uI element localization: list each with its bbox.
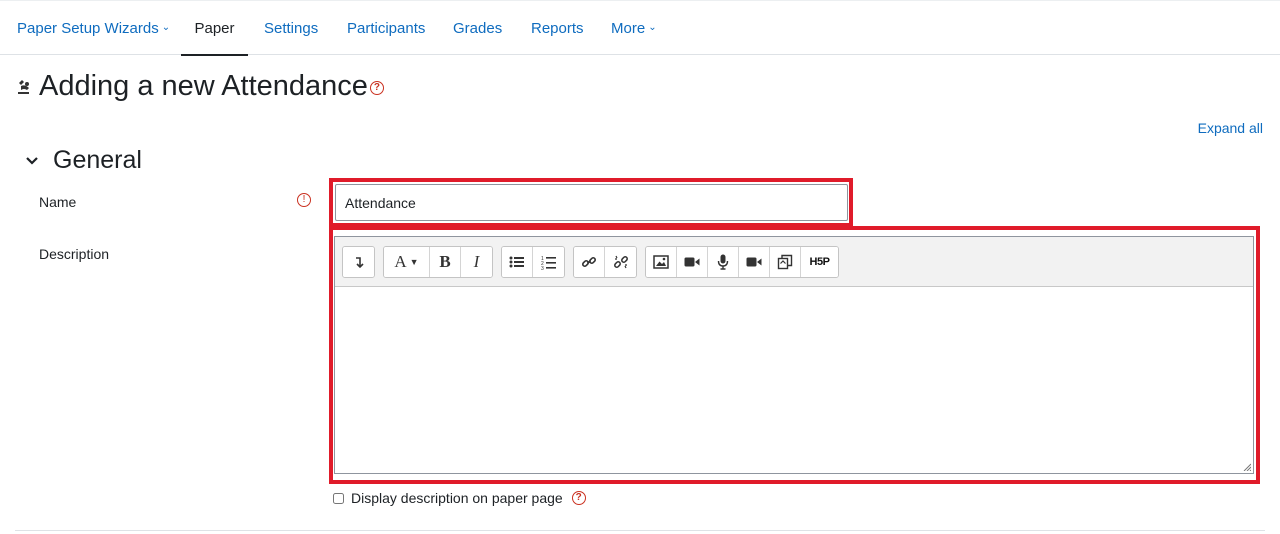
- nav-reports[interactable]: Reports: [531, 1, 584, 55]
- toolbar-group: A ▼ B I: [383, 246, 493, 278]
- secondary-navigation: Paper Setup Wizards ⌄ Paper Settings Par…: [0, 0, 1280, 56]
- toolbar-group: 1 2 3: [501, 246, 565, 278]
- page-header: Adding a new Attendance ?: [15, 70, 384, 103]
- insert-media-button[interactable]: [677, 247, 708, 277]
- record-video-button[interactable]: [739, 247, 770, 277]
- caret-down-icon: ▼: [409, 257, 419, 267]
- nav-settings[interactable]: Settings: [264, 1, 318, 55]
- unordered-list-icon: [509, 256, 524, 268]
- display-description-checkbox[interactable]: [333, 492, 344, 504]
- video-icon: [684, 257, 700, 267]
- toolbar-group: H5P: [645, 246, 839, 278]
- toolbar-toggle-icon: [355, 257, 364, 269]
- insert-h5p-button[interactable]: H5P: [801, 247, 838, 277]
- required-icon: !: [297, 193, 311, 207]
- nav-more[interactable]: More ⌄: [611, 1, 657, 55]
- nav-label: Participants: [347, 19, 426, 37]
- section-divider: [15, 530, 1265, 531]
- record-audio-button[interactable]: [708, 247, 739, 277]
- unlink-icon: [613, 255, 628, 269]
- section-title: General: [53, 146, 142, 174]
- nav-paper[interactable]: Paper: [181, 1, 248, 56]
- font-style-label: A: [394, 252, 407, 271]
- nav-participants[interactable]: Participants: [347, 1, 425, 55]
- nav-paper-setup-wizards[interactable]: Paper Setup Wizards ⌄: [17, 1, 170, 55]
- expand-all-link[interactable]: Expand all: [1198, 120, 1263, 136]
- description-label: Description: [39, 246, 110, 262]
- show-more-buttons-button[interactable]: [343, 247, 374, 277]
- page-title: Adding a new Attendance: [39, 70, 368, 102]
- bold-label: B: [439, 252, 451, 271]
- resize-grip-icon[interactable]: [1243, 463, 1251, 471]
- h5p-icon: H5P: [809, 256, 830, 268]
- microphone-icon: [717, 254, 729, 270]
- nav-label: Reports: [531, 19, 584, 37]
- toolbar-group: [342, 246, 375, 278]
- help-icon[interactable]: ?: [369, 80, 384, 95]
- unordered-list-button[interactable]: [502, 247, 533, 277]
- italic-label: I: [473, 252, 480, 271]
- insert-image-button[interactable]: [646, 247, 677, 277]
- manage-files-icon: [777, 254, 793, 270]
- nav-label: Paper: [194, 19, 235, 37]
- name-label: Name: [39, 194, 77, 210]
- font-style-button[interactable]: A ▼: [384, 247, 430, 277]
- ordered-list-button[interactable]: 1 2 3: [533, 247, 564, 277]
- display-description-row: Display description on paper page ?: [333, 490, 586, 506]
- nav-label: Settings: [264, 19, 319, 37]
- video-camera-icon: [746, 257, 762, 267]
- toolbar-group: [573, 246, 637, 278]
- link-button[interactable]: [574, 247, 605, 277]
- help-icon[interactable]: ?: [571, 491, 586, 505]
- section-general-header[interactable]: General: [24, 146, 142, 175]
- manage-files-button[interactable]: [770, 247, 801, 277]
- editor-toolbar: A ▼ B I 1 2 3 H5P: [335, 237, 1253, 287]
- nav-label: More: [611, 19, 646, 37]
- description-editor: A ▼ B I 1 2 3 H5P: [334, 236, 1254, 474]
- description-textarea[interactable]: [335, 287, 1253, 473]
- nav-grades[interactable]: Grades: [453, 1, 502, 55]
- unlink-button[interactable]: [605, 247, 636, 277]
- chevron-down-icon[interactable]: [24, 153, 40, 169]
- ordered-list-icon: 1 2 3: [541, 256, 556, 270]
- nav-label: Paper Setup Wizards: [17, 19, 159, 37]
- chevron-down-icon: ⌄: [161, 21, 171, 33]
- bold-button[interactable]: B: [430, 247, 461, 277]
- italic-button[interactable]: I: [461, 247, 492, 277]
- name-input[interactable]: [335, 184, 848, 221]
- nav-label: Grades: [453, 19, 503, 37]
- chevron-down-icon: ⌄: [648, 21, 657, 33]
- image-icon: [653, 255, 669, 269]
- link-icon: [581, 256, 597, 268]
- attendance-icon: [18, 79, 29, 94]
- svg-text:3: 3: [541, 266, 544, 270]
- display-description-label[interactable]: Display description on paper page: [351, 490, 563, 506]
